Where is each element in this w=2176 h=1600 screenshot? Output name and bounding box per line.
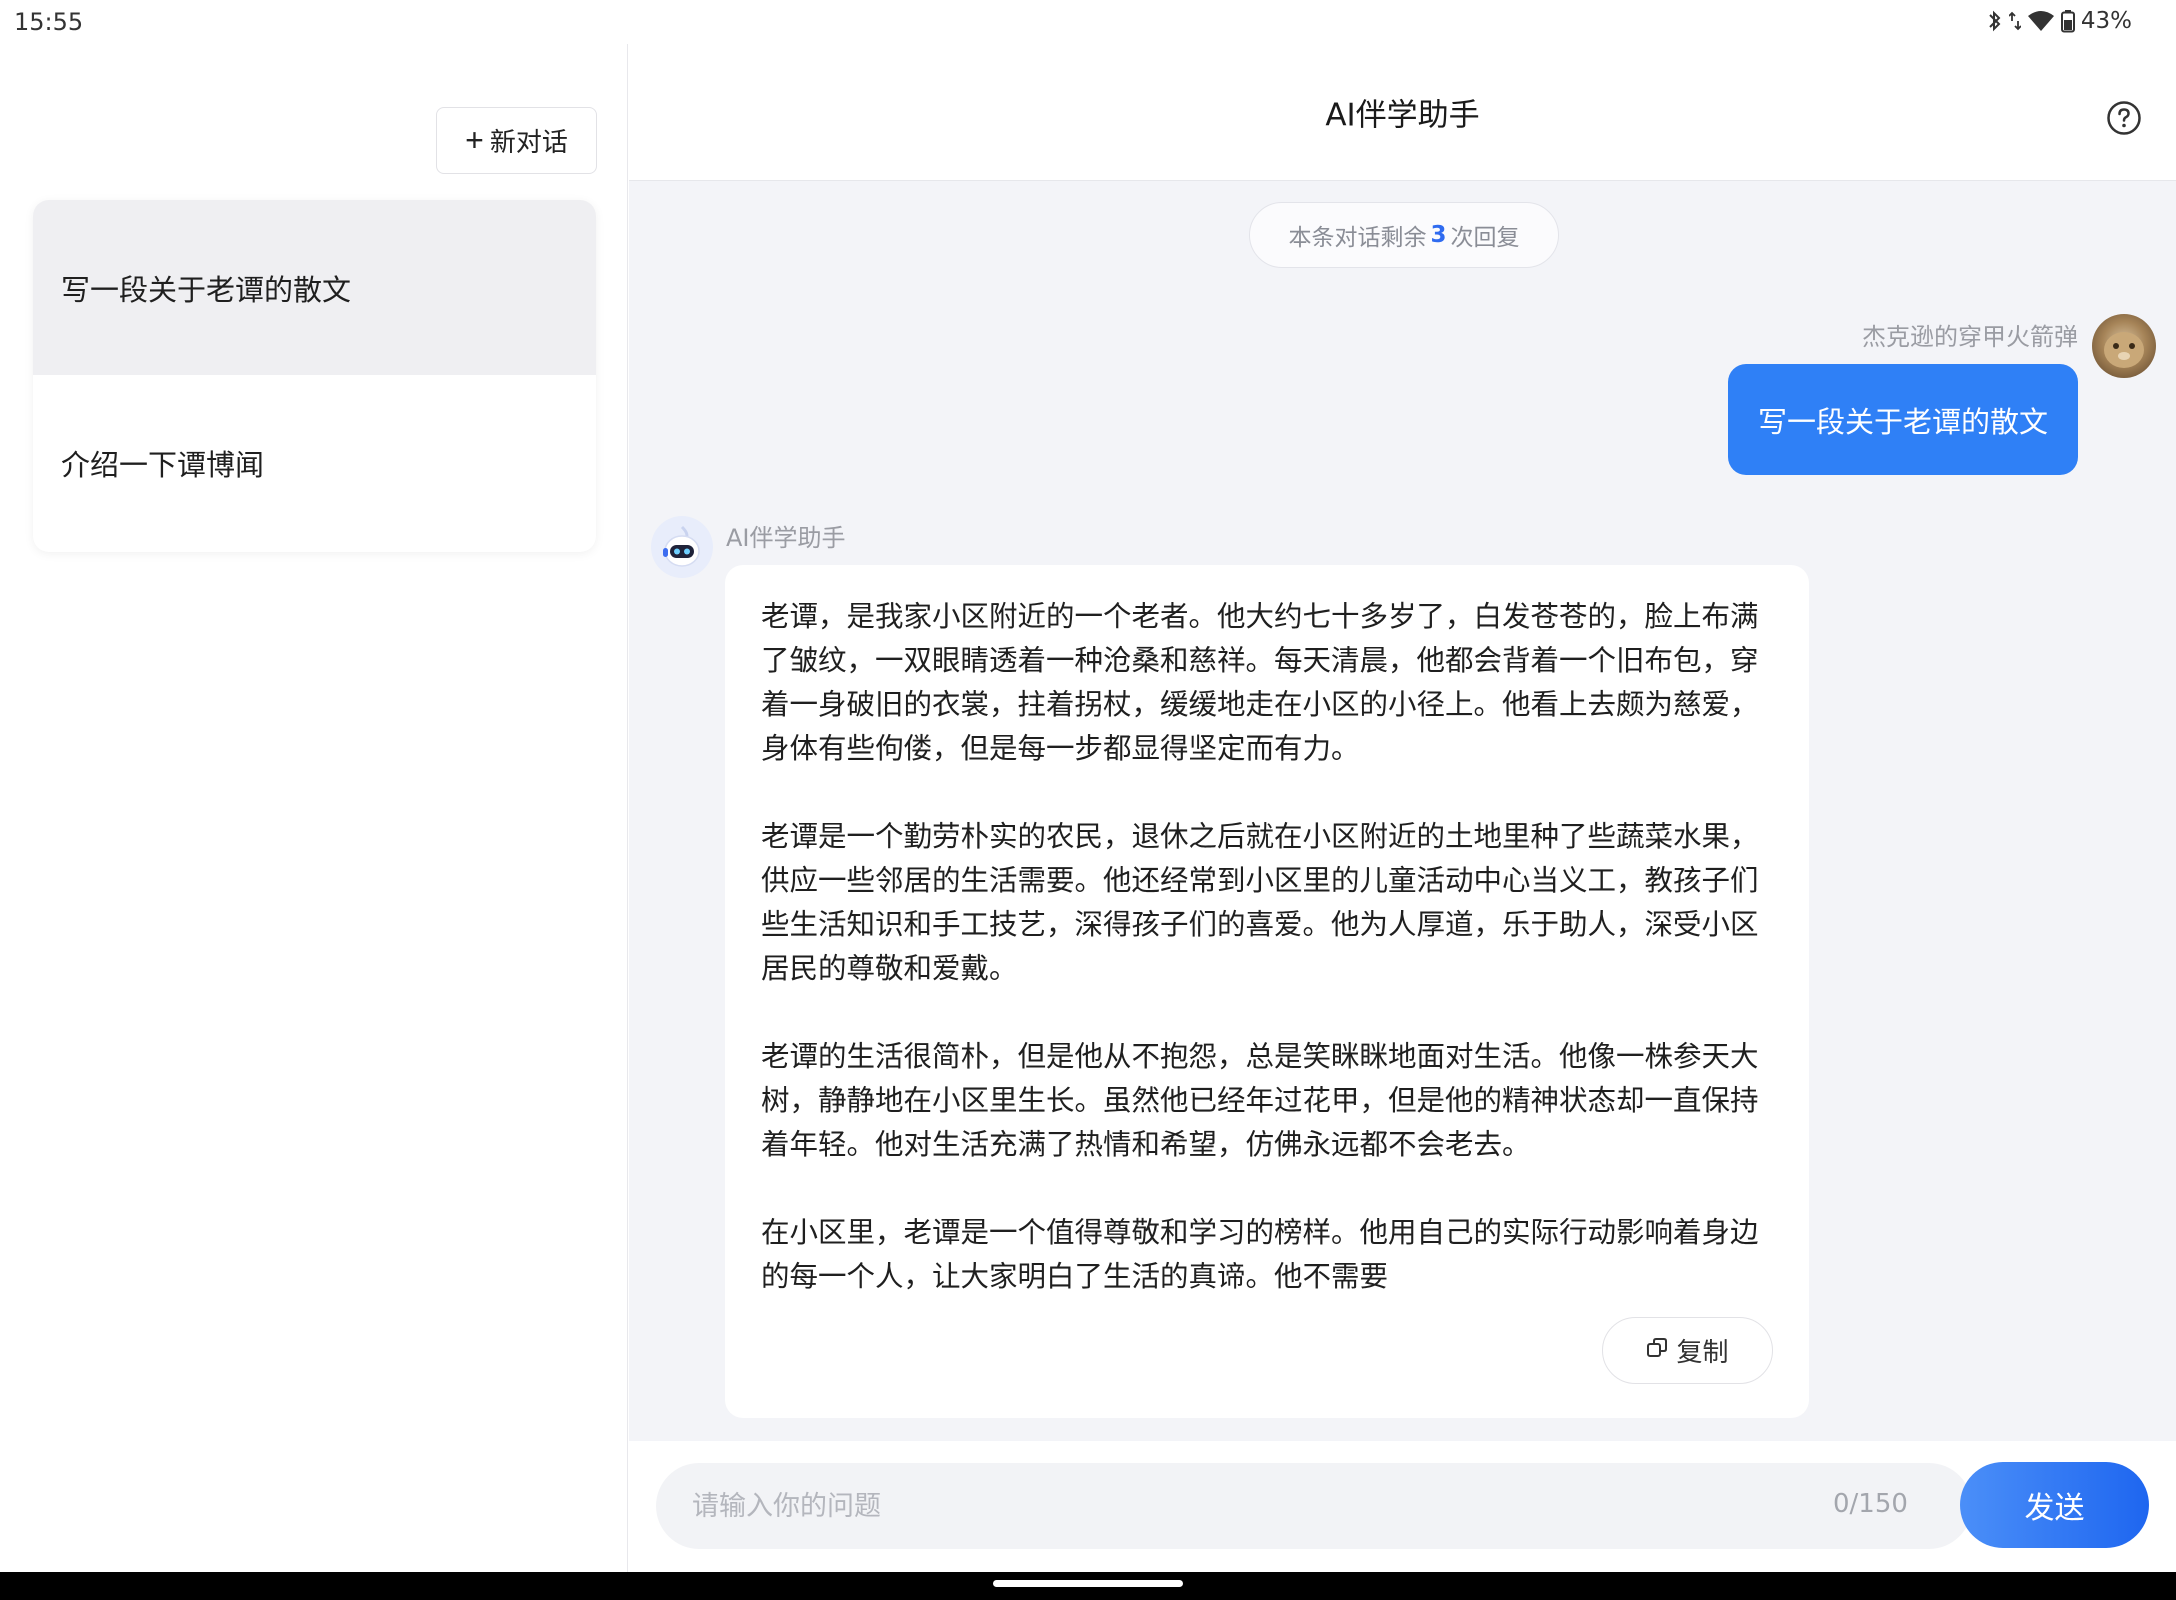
bluetooth-icon <box>1987 9 2003 33</box>
wifi-icon <box>2027 10 2055 32</box>
composer: 0/150 发送 <box>629 1441 2176 1572</box>
char-counter: 0/150 <box>1833 1489 1908 1519</box>
quota-suffix: 次回复 <box>1450 225 1520 251</box>
assistant-paragraph: 老谭，是我家小区附近的一个老者。他大约七十多岁了，白发苍苍的，脸上布满了皱纹，一… <box>761 600 1759 765</box>
reply-quota-badge: 本条对话剩余 3 次回复 <box>1249 202 1559 268</box>
assistant-paragraph: 老谭的生活很简朴，但是他从不抱怨，总是笑眯眯地面对生活。他像一株参天大树，静静地… <box>761 1040 1759 1161</box>
data-arrows-icon <box>2008 9 2021 33</box>
quota-count: 3 <box>1430 222 1447 248</box>
history-list: 写一段关于老谭的散文 介绍一下谭博闻 <box>33 200 596 552</box>
conversation-sidebar: + 新对话 写一段关于老谭的散文 介绍一下谭博闻 <box>0 44 628 1572</box>
copy-label: 复制 <box>1676 1337 1729 1367</box>
page-title: AI伴学助手 <box>1325 97 1480 134</box>
user-message-text: 写一段关于老谭的散文 <box>1757 404 2048 439</box>
status-icons: 43% <box>1987 8 2132 34</box>
status-bar: 15:55 43% <box>0 0 2176 44</box>
chat-header: AI伴学助手 <box>629 44 2176 181</box>
history-item[interactable]: 介绍一下谭博闻 <box>33 375 596 550</box>
user-message-bubble: 写一段关于老谭的散文 <box>1728 364 2078 475</box>
plus-icon: + <box>465 121 484 158</box>
history-item-title: 介绍一下谭博闻 <box>61 447 265 482</box>
assistant-name: AI伴学助手 <box>726 524 846 552</box>
ai-avatar <box>651 516 713 578</box>
battery-percent: 43% <box>2080 8 2132 34</box>
history-item-title: 写一段关于老谭的散文 <box>61 272 352 307</box>
assistant-message-bubble: 老谭，是我家小区附近的一个老者。他大约七十多岁了，白发苍苍的，脸上布满了皱纹，一… <box>725 565 1809 1418</box>
user-avatar <box>2092 314 2156 378</box>
copy-icon <box>1646 1335 1668 1366</box>
home-gesture-handle[interactable] <box>993 1580 1183 1587</box>
assistant-paragraph: 在小区里，老谭是一个值得尊敬和学习的榜样。他用自己的实际行动影响着身边的每一个人… <box>761 1216 1759 1293</box>
copy-button[interactable]: 复制 <box>1602 1317 1773 1384</box>
status-time: 15:55 <box>14 8 84 36</box>
send-button[interactable]: 发送 <box>1960 1462 2149 1548</box>
robot-icon <box>663 525 700 567</box>
new-chat-label: 新对话 <box>489 127 568 157</box>
history-item-active[interactable]: 写一段关于老谭的散文 <box>33 200 596 375</box>
battery-icon <box>2060 9 2075 33</box>
chat-main: AI伴学助手 本条对话剩余 3 次回复 杰克逊的穿甲火箭弹 写一段关于老谭的散文 <box>629 44 2176 1572</box>
new-chat-button[interactable]: + 新对话 <box>436 107 597 174</box>
assistant-paragraph: 老谭是一个勤劳朴实的农民，退休之后就在小区附近的土地里种了些蔬菜水果，供应一些邻… <box>761 820 1759 985</box>
system-nav-bar <box>0 1572 2176 1600</box>
help-circle-icon[interactable] <box>2106 100 2142 136</box>
question-input[interactable] <box>656 1463 1972 1549</box>
user-name: 杰克逊的穿甲火箭弹 <box>1862 323 2078 351</box>
quota-prefix: 本条对话剩余 <box>1288 225 1427 251</box>
